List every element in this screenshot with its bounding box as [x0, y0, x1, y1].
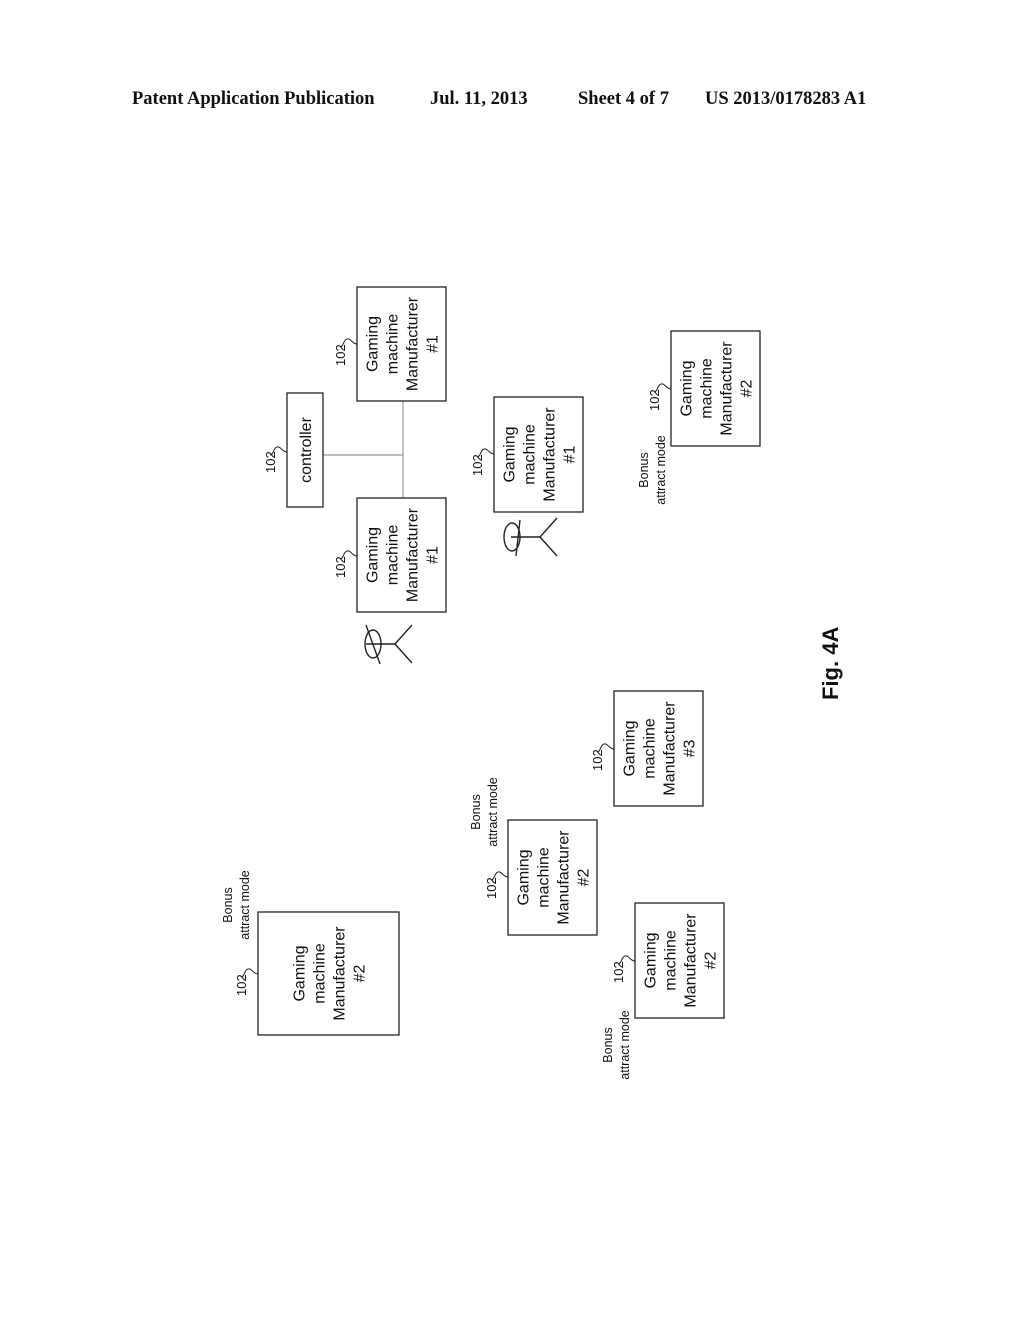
gaming-machine-label-line: Gaming — [679, 360, 696, 416]
person-icon-2 — [503, 517, 558, 557]
gaming-machine-label-line: machine — [522, 424, 539, 485]
reference-numeral: 102 — [263, 451, 278, 473]
gaming-machine-box — [257, 911, 400, 1036]
bonus-attract-mode-note: Bonus — [637, 452, 651, 487]
controller-node: controller 102 — [263, 392, 324, 508]
gaming-machine-label-line: Gaming — [292, 945, 309, 1001]
gaming-machine-label-line: Manufacturer — [556, 830, 573, 925]
reference-numeral: 102 — [470, 454, 485, 476]
reference-numeral: 102 — [333, 556, 348, 578]
gaming-machine-label-line: Manufacturer — [542, 407, 559, 502]
gaming-machine-label-line: Manufacturer — [405, 296, 422, 391]
gaming-machine-label-line: Manufacturer — [683, 913, 700, 1008]
gaming-machine-label-line: Gaming — [516, 849, 533, 905]
gaming-machine-label-line: Manufacturer — [662, 701, 679, 796]
gaming-machine-label-line: #1 — [425, 335, 442, 353]
bonus-attract-mode-note: attract mode — [238, 870, 252, 940]
gaming-machine-label-line: Gaming — [502, 426, 519, 482]
gaming-machine-label-line: machine — [663, 930, 680, 991]
gaming-machine-label-line: #2 — [576, 869, 593, 887]
gaming-machine-label-line: #2 — [352, 965, 369, 983]
gaming-machine-node: Gaming machine Manufacturer #1 102 — [333, 286, 447, 402]
bonus-attract-mode-note: Bonus — [601, 1027, 615, 1062]
reference-numeral: 102 — [590, 749, 605, 771]
gaming-machine-label-line: Manufacturer — [405, 507, 422, 602]
reference-numeral: 102 — [611, 961, 626, 983]
gaming-machine-label-line: machine — [642, 718, 659, 779]
bonus-attract-mode-note: Bonus — [221, 887, 235, 922]
gaming-machine-label-line: Gaming — [643, 932, 660, 988]
bonus-attract-mode-note: attract mode — [618, 1010, 632, 1080]
gaming-machine-node: Gaming machine Manufacturer #2 102 Bonus attra… — [221, 870, 400, 1036]
gaming-machine-label-line: Manufacturer — [332, 926, 349, 1021]
gaming-machine-label-line: machine — [312, 943, 329, 1004]
reference-numeral: 102 — [484, 877, 499, 899]
gaming-machine-label-line: #3 — [682, 740, 699, 758]
gaming-machine-label-line: #2 — [703, 952, 720, 970]
person-icon-1 — [364, 624, 413, 665]
bonus-attract-mode-note: Bonus — [469, 794, 483, 829]
gaming-machine-node: Gaming machine Manufacturer #3 102 — [590, 690, 704, 807]
gaming-machine-label-line: machine — [536, 847, 553, 908]
figure-label: Fig. 4A — [818, 627, 843, 700]
bonus-attract-mode-note: attract mode — [486, 777, 500, 847]
reference-numeral: 102 — [333, 344, 348, 366]
gaming-machine-node: Gaming machine Manufacturer #2 102 Bonus attra… — [637, 330, 761, 505]
gaming-machine-label-line: Gaming — [622, 720, 639, 776]
reference-numeral: 102 — [647, 389, 662, 411]
gaming-machine-label-line: machine — [699, 358, 716, 419]
gaming-machine-node: Gaming machine Manufacturer #1 102 — [333, 497, 447, 613]
gaming-machine-label-line: Gaming — [365, 316, 382, 372]
gaming-machine-label-line: #1 — [425, 546, 442, 564]
reference-numeral: 102 — [234, 974, 249, 996]
gaming-machine-label-line: Gaming — [365, 527, 382, 583]
gaming-machine-label-line: machine — [385, 314, 402, 375]
gaming-machine-label-line: #2 — [739, 380, 756, 398]
gaming-machine-node: Gaming machine Manufacturer #2 102 Bonus attra… — [469, 777, 598, 936]
figure-4a-diagram: controller 102 Gaming machine Manufacturer… — [221, 286, 843, 1080]
gaming-machine-node: Gaming machine Manufacturer #1 102 — [470, 396, 584, 513]
gaming-machine-label-line: #1 — [562, 446, 579, 464]
gaming-machine-label-line: machine — [385, 525, 402, 586]
gaming-machine-label-line: Manufacturer — [719, 341, 736, 436]
controller-label: controller — [298, 416, 315, 482]
gaming-machine-node: Gaming machine Manufacturer #2 102 Bonus attra… — [601, 902, 725, 1080]
bonus-attract-mode-note: attract mode — [654, 435, 668, 505]
